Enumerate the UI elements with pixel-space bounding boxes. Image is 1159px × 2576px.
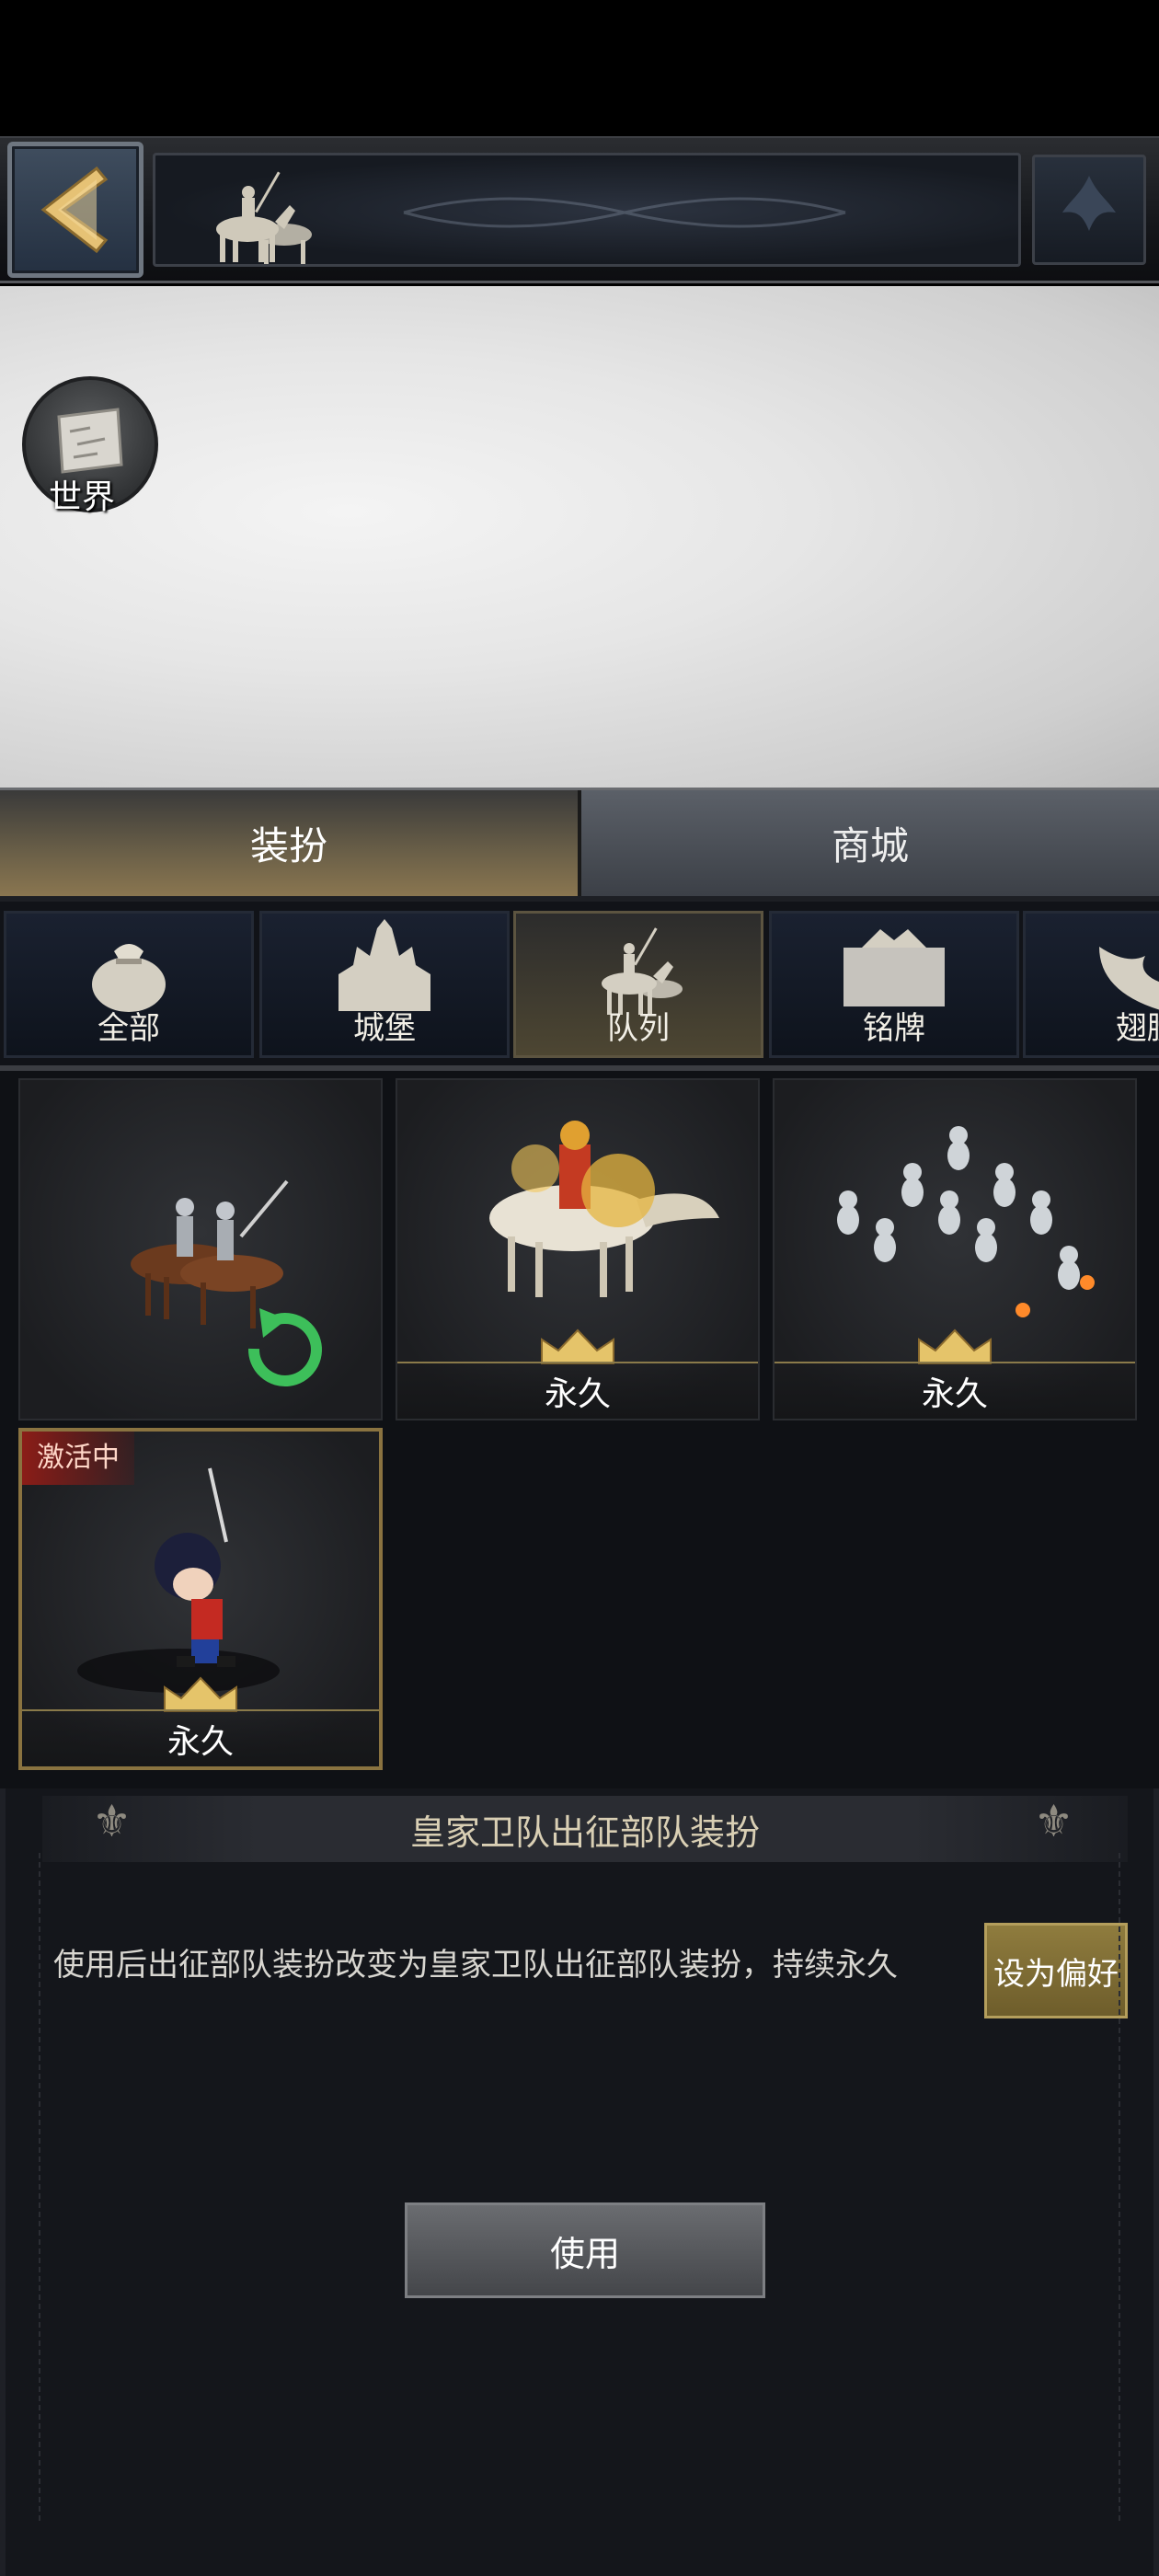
detail-panel: 皇家卫队出征部队装扮 ⚜ ⚜ 使用后出征部队装扮改变为皇家卫队出征部队装扮，持续…	[0, 1788, 1159, 2576]
category-troop[interactable]: 队列	[513, 911, 763, 1058]
preview-area: 世界	[0, 286, 1159, 788]
costume-card-royal-guard[interactable]: 激活中 永久	[18, 1428, 383, 1770]
flourish-left-icon: ⚜	[92, 1796, 132, 1847]
category-label: 城堡	[353, 1010, 416, 1047]
category-all[interactable]: 全部	[4, 911, 254, 1058]
tab-costume[interactable]: 装扮	[0, 790, 581, 896]
category-label: 铭牌	[863, 1010, 925, 1047]
category-label: 全部	[98, 1010, 160, 1047]
pouch-icon	[92, 944, 166, 1012]
active-badge: 激活中	[22, 1432, 134, 1485]
item-grid: 永久 永久 激活中 永久	[0, 1071, 1159, 1788]
duration-label: 永久	[397, 1362, 758, 1419]
detail-description: 使用后出征部队装扮改变为皇家卫队出征部队装扮，持续永久	[53, 1947, 898, 1984]
tab-shop[interactable]: 商城	[581, 790, 1159, 896]
category-nameplate[interactable]: 铭牌	[769, 911, 1019, 1058]
ghost-army-image	[837, 1126, 1095, 1317]
flourish-right-icon: ⚜	[1034, 1796, 1074, 1847]
category-tabs: 全部 城堡 队列 铭牌 翅	[0, 896, 1159, 1071]
ornament-icon	[403, 197, 846, 228]
costume-card-knights[interactable]	[18, 1078, 383, 1420]
golden-rider-image	[489, 1121, 719, 1297]
costume-card-golden-rider[interactable]: 永久	[396, 1078, 760, 1420]
category-wings[interactable]: 翅膀	[1023, 911, 1159, 1058]
main-tabs: 装扮 商城	[0, 788, 1159, 896]
cavalry-icon	[216, 171, 312, 264]
category-label: 翅膀	[1116, 1010, 1159, 1047]
detail-title: 皇家卫队出征部队装扮	[409, 1811, 760, 1853]
refresh-icon	[247, 1308, 322, 1386]
back-arrow-icon	[40, 166, 109, 254]
set-preference-button[interactable]: 设为偏好	[984, 1923, 1128, 2018]
world-label: 世界	[48, 478, 115, 516]
category-label: 队列	[607, 1010, 670, 1047]
header-banner	[153, 153, 1021, 267]
duration-label: 永久	[22, 1709, 379, 1766]
header-emblem	[1032, 155, 1146, 265]
category-castle[interactable]: 城堡	[259, 911, 510, 1058]
use-button[interactable]: 使用	[405, 2202, 765, 2298]
costume-card-ghost-army[interactable]: 永久	[773, 1078, 1137, 1420]
nameplate-icon	[843, 929, 945, 1006]
top-header	[0, 136, 1159, 283]
back-button[interactable]	[7, 142, 143, 278]
detail-title-bar: 皇家卫队出征部队装扮	[42, 1796, 1128, 1862]
fleur-de-lis-icon	[1062, 176, 1116, 231]
status-bar	[0, 0, 1159, 136]
duration-label: 永久	[775, 1362, 1135, 1419]
